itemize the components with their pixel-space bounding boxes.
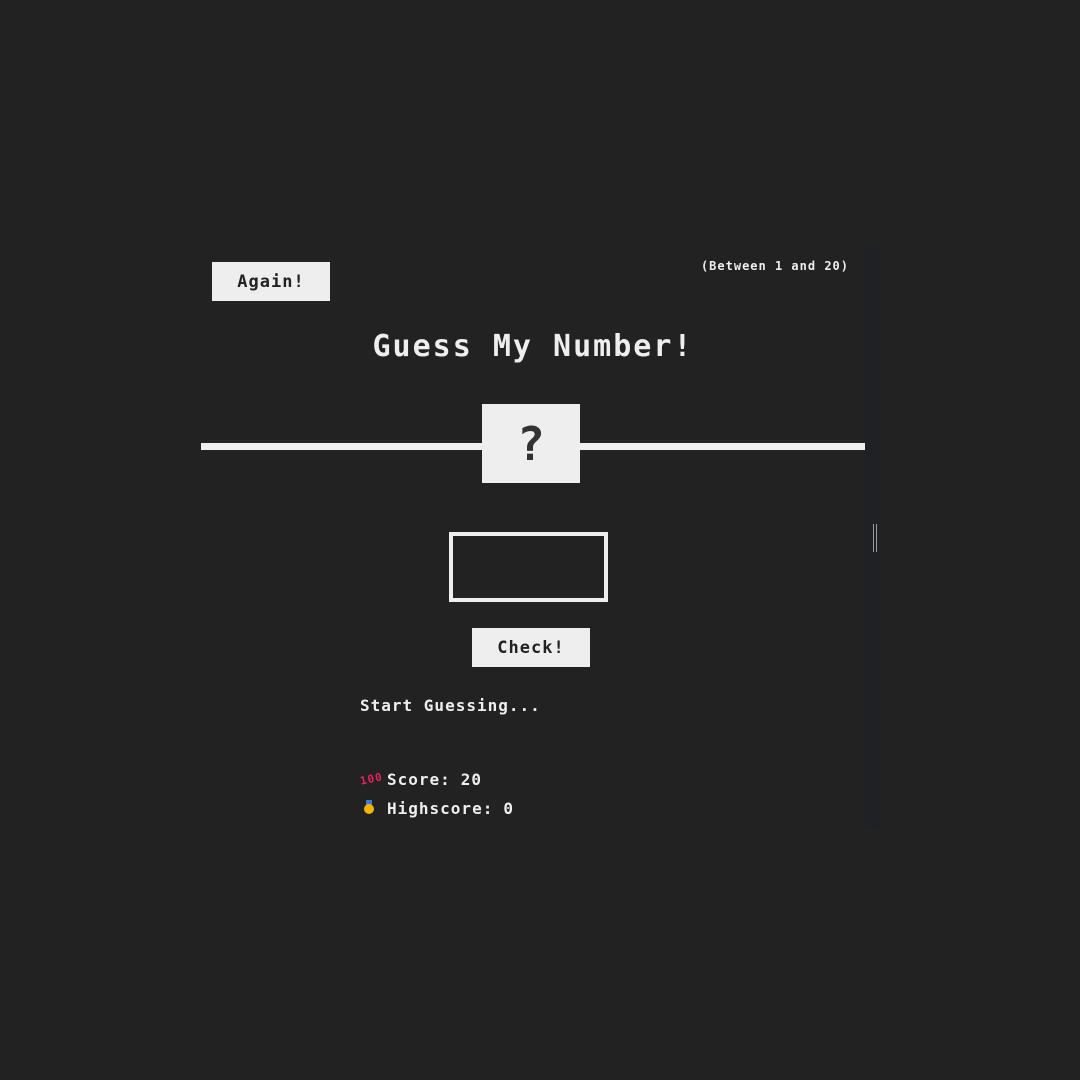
status-message: Start Guessing... <box>360 696 541 715</box>
secret-number-box: ? <box>482 404 580 483</box>
hundred-points-icon: 100 <box>358 770 384 788</box>
scrollbar-grip[interactable] <box>873 524 877 552</box>
highscore-label: Highscore: <box>387 799 494 818</box>
medal-icon <box>360 800 378 817</box>
check-button[interactable]: Check! <box>472 628 590 667</box>
game-container: Again! (Between 1 and 20) Guess My Numbe… <box>201 250 865 828</box>
page: Again! (Between 1 and 20) Guess My Numbe… <box>0 0 1080 1080</box>
score-value: 20 <box>460 770 483 789</box>
score-row: 100 Score: 20 <box>358 770 483 789</box>
range-hint: (Between 1 and 20) <box>700 259 849 273</box>
page-title: Guess My Number! <box>372 329 694 364</box>
again-button[interactable]: Again! <box>212 262 330 301</box>
score-label: Score: <box>387 770 451 789</box>
scrollbar[interactable] <box>865 250 880 828</box>
guess-input[interactable] <box>449 532 608 602</box>
highscore-value: 0 <box>503 799 514 818</box>
highscore-row: Highscore: 0 <box>360 799 514 818</box>
